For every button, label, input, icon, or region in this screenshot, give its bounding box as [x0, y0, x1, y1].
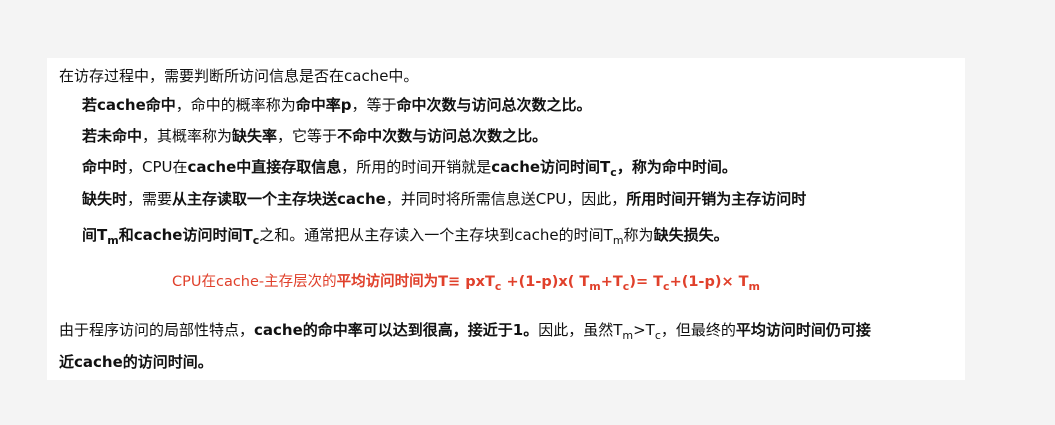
- conclusion-text-2: 因此，虽然T: [538, 321, 623, 339]
- conclusion-text-3: >T: [633, 321, 655, 339]
- hit-paragraph: 若cache命中，命中的概率称为命中率p，等于命中次数与访问总次数之比。: [82, 95, 592, 115]
- hit-time-text-1: ，CPU在: [127, 158, 188, 176]
- formula-bold-3: +T: [600, 274, 623, 290]
- subscript-m: m: [589, 280, 601, 293]
- hit-text-1: ，命中的概率称为: [175, 96, 296, 114]
- miss-time-text-2: ，并同时将所需信息送CPU，因此，: [385, 190, 627, 208]
- hit-time-paragraph: 命中时，CPU在cache中直接存取信息，所用的时间开销就是cache访问时间T…: [82, 157, 737, 183]
- subscript-m: m: [748, 280, 761, 293]
- miss-text-1: ，其概率称为: [142, 127, 233, 145]
- formula-bold-2: +(1-p)x( T: [501, 274, 590, 290]
- miss-time-paragraph-line2: 间Tm和cache访问时间Tc之和。通常把从主存读入一个主存块到cache的时间…: [82, 225, 729, 251]
- formula-bold-5: +(1-p)× T: [669, 274, 749, 290]
- hit-time-text-2: ，所用的时间开销就是: [341, 158, 492, 176]
- miss-time-text-3: 之和。通常把从主存读入一个主存块到cache的时间T: [259, 226, 613, 244]
- miss-text-2: ，它等于: [277, 127, 338, 145]
- conclusion-text-4: ，但最终的: [660, 321, 736, 339]
- conclusion-average-time: 平均访问时间仍可接: [735, 321, 871, 339]
- miss-rate-term: 缺失率: [232, 127, 278, 145]
- miss-time-cost: 所用时间开销为主存访问时: [626, 190, 807, 208]
- formula-bold-4: )= T: [629, 274, 664, 290]
- subscript-m: m: [107, 234, 119, 247]
- hit-time-access: cache中直接存取信息: [187, 158, 342, 176]
- slide-content: 在访存过程中，需要判断所访问信息是否在cache中。 若cache命中，命中的概…: [47, 58, 965, 380]
- subscript-m: m: [612, 234, 624, 247]
- intro-sentence: 在访存过程中，需要判断所访问信息是否在cache中。: [59, 67, 419, 85]
- miss-time-term: 缺失时: [82, 190, 128, 208]
- hit-term: 若cache命中: [82, 96, 176, 114]
- miss-paragraph: 若未命中，其概率称为缺失率，它等于不命中次数与访问总次数之比。: [82, 126, 547, 146]
- cache-access-time: cache访问时间T: [491, 158, 611, 176]
- conclusion-text-1: 由于程序访问的局部性特点，: [59, 321, 255, 339]
- conclusion-line1: 由于程序访问的局部性特点，cache的命中率可以达到很高，接近于1。因此，虽然T…: [59, 320, 871, 346]
- intro-text: 在访存过程中，需要判断所访问信息是否在cache中。: [59, 66, 418, 86]
- formula-bold-1: 平均访问时间为T≡ pxT: [336, 274, 495, 290]
- miss-penalty-term: 缺失损失。: [653, 226, 729, 244]
- miss-term: 若未命中: [82, 127, 143, 145]
- conclusion-average-time-cont: 近cache的访问时间。: [59, 353, 213, 371]
- hit-rate-term: 命中率p: [295, 96, 352, 114]
- hit-text-2: ，等于: [351, 96, 397, 114]
- hit-time-label: ，称为命中时间。: [616, 158, 737, 176]
- hit-time-term: 命中时: [82, 158, 128, 176]
- miss-rate-definition: 不命中次数与访问总次数之比。: [337, 127, 548, 145]
- miss-time-cost-cont: 间T: [82, 226, 108, 244]
- miss-time-fetch: 从主存读取一个主存块送cache: [172, 190, 386, 208]
- miss-time-text-4: 称为: [623, 226, 654, 244]
- miss-time-cache-access: 和cache访问时间T: [118, 226, 253, 244]
- subscript-m: m: [622, 329, 634, 342]
- miss-time-paragraph-line1: 缺失时，需要从主存读取一个主存块送cache，并同时将所需信息送CPU，因此，所…: [82, 189, 806, 209]
- conclusion-hit-rate: cache的命中率可以达到很高，接近于1。: [254, 321, 539, 339]
- conclusion-line2: 近cache的访问时间。: [59, 352, 213, 372]
- formula-prefix: CPU在cache-主存层次的: [172, 274, 337, 290]
- hit-rate-definition: 命中次数与访问总次数之比。: [396, 96, 592, 114]
- miss-time-text-1: ，需要: [127, 190, 173, 208]
- average-access-time-formula: CPU在cache-主存层次的平均访问时间为T≡ pxTc +(1-p)x( T…: [172, 272, 760, 297]
